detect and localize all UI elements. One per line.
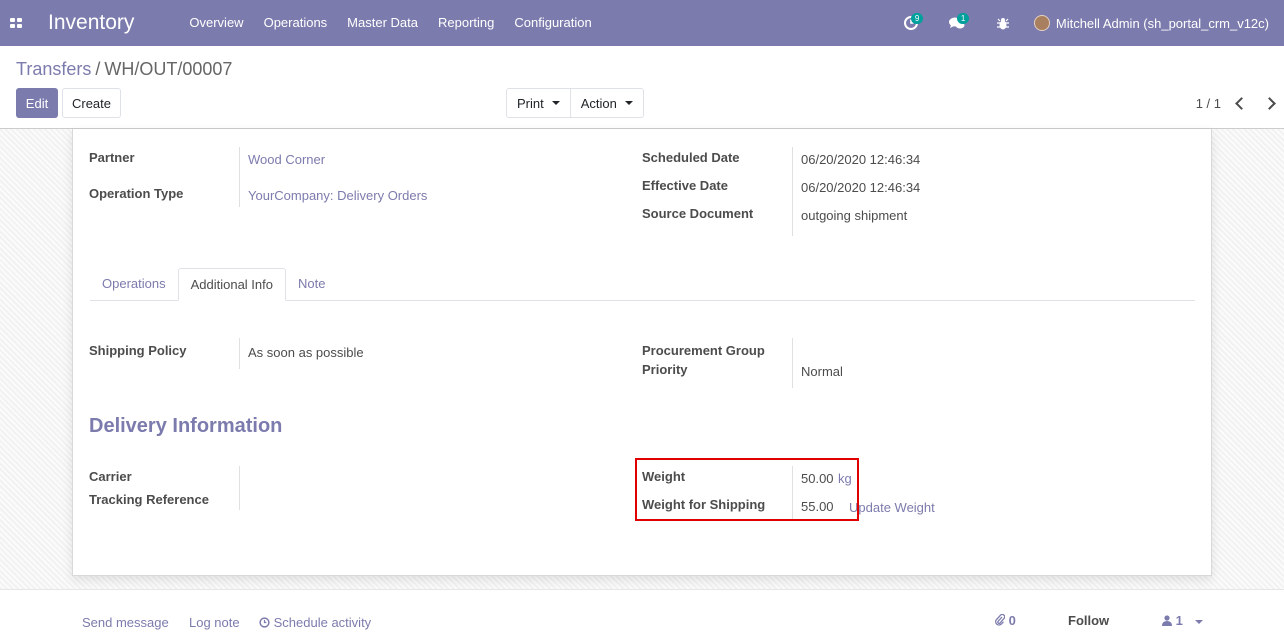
chevron-left-icon[interactable] [1235, 96, 1248, 110]
highlight-box [635, 458, 859, 521]
avatar [1033, 15, 1050, 31]
partner-field[interactable]: Wood Corner [248, 152, 325, 167]
schedule-activity-button[interactable]: Schedule activity [259, 615, 371, 630]
action-label: Action [580, 95, 617, 111]
effective-date-field: 06/20/2020 12:46:34 [801, 180, 921, 195]
user-name: Mitchell Admin (sh_portal_crm_v12c) [1055, 15, 1269, 31]
activity-count-badge: 9 [910, 13, 924, 24]
partner-label: Partner [89, 150, 135, 165]
message-count-badge: 1 [956, 13, 970, 24]
caret-down-icon [624, 101, 633, 105]
app-title[interactable]: Inventory [48, 11, 134, 35]
field-divider [239, 466, 240, 510]
breadcrumb-current: WH/OUT/00007 [104, 59, 233, 79]
action-dropdown[interactable]: Action [569, 89, 643, 117]
caret-down-icon [1194, 619, 1203, 624]
log-note-button[interactable]: Log note [189, 615, 240, 630]
field-divider [792, 338, 793, 388]
field-divider [239, 338, 240, 369]
form-view-background: Partner Wood Corner Operation Type YourC… [0, 129, 1284, 589]
operation-type-field[interactable]: YourCompany: Delivery Orders [248, 188, 427, 203]
user-icon [1162, 615, 1172, 626]
activity-button[interactable]: 9 [888, 0, 934, 46]
notebook-tabs: Operations Additional Info Note [90, 268, 1195, 301]
pager-value[interactable]: 1 / 1 [1196, 96, 1221, 111]
caret-down-icon [551, 101, 560, 105]
messaging-button[interactable]: 1 [934, 0, 980, 46]
tab-operations[interactable]: Operations [90, 268, 178, 301]
breadcrumb-transfers[interactable]: Transfers [16, 59, 91, 79]
attachments-count: 0 [1008, 613, 1016, 628]
source-document-label: Source Document [642, 206, 754, 221]
navbar-systray: 9 1 Mitchell Admin (sh_portal_crm_v12c) [888, 0, 1284, 46]
followers-button[interactable]: 1 [1162, 613, 1203, 628]
send-message-button[interactable]: Send message [82, 615, 169, 630]
top-navbar: Inventory Overview Operations Master Dat… [0, 0, 1284, 46]
operation-type-label: Operation Type [89, 186, 184, 201]
field-divider [239, 147, 240, 207]
chevron-right-icon[interactable] [1263, 96, 1276, 110]
procurement-group-label: Procurement Group [642, 343, 765, 358]
apps-menu-icon[interactable] [0, 0, 32, 46]
tab-note[interactable]: Note [286, 268, 337, 301]
update-weight-button[interactable]: Update Weight [849, 500, 935, 515]
priority-label: Priority [642, 362, 688, 377]
print-label: Print [517, 95, 544, 111]
main-menu: Overview Operations Master Data Reportin… [179, 0, 601, 46]
chatter: Send message Log note Schedule activity … [0, 589, 1284, 638]
menu-configuration[interactable]: Configuration [504, 0, 601, 46]
followers-count: 1 [1175, 613, 1183, 628]
sidebar-actions: Print Action [506, 88, 644, 118]
scheduled-date-field[interactable]: 06/20/2020 12:46:34 [801, 152, 920, 167]
menu-operations[interactable]: Operations [254, 0, 338, 46]
paperclip-icon [995, 613, 1006, 626]
shipping-policy-field[interactable]: As soon as possible [248, 345, 364, 360]
pager: 1 / 1 [1196, 88, 1276, 118]
menu-overview[interactable]: Overview [179, 0, 253, 46]
schedule-activity-label: Schedule activity [273, 615, 372, 630]
menu-reporting[interactable]: Reporting [428, 0, 504, 46]
tracking-reference-label: Tracking Reference [89, 492, 209, 507]
menu-master-data[interactable]: Master Data [337, 0, 428, 46]
user-menu[interactable]: Mitchell Admin (sh_portal_crm_v12c) [1026, 15, 1284, 31]
follow-button[interactable]: Follow [1068, 613, 1109, 628]
print-dropdown[interactable]: Print [507, 89, 570, 117]
debug-button[interactable] [980, 0, 1026, 46]
breadcrumb: Transfers / WH/OUT/00007 [16, 59, 232, 80]
control-panel: Transfers / WH/OUT/00007 Edit Create Print… [0, 46, 1284, 129]
field-divider [792, 147, 793, 236]
create-button[interactable]: Create [62, 88, 121, 118]
priority-field[interactable]: Normal [801, 364, 843, 379]
tab-additional-info[interactable]: Additional Info [177, 268, 286, 301]
source-document-field[interactable]: outgoing shipment [801, 208, 907, 223]
breadcrumb-separator: / [95, 59, 101, 79]
clock-icon [259, 617, 270, 628]
form-sheet: Partner Wood Corner Operation Type YourC… [72, 129, 1212, 576]
delivery-info-title: Delivery Information [89, 415, 283, 437]
bug-icon [996, 17, 1009, 29]
effective-date-label: Effective Date [642, 178, 728, 193]
scheduled-date-label: Scheduled Date [642, 150, 740, 165]
attachments-button[interactable]: 0 [995, 613, 1016, 628]
edit-button[interactable]: Edit [16, 88, 58, 118]
carrier-label: Carrier [89, 469, 132, 484]
shipping-policy-label: Shipping Policy [89, 343, 187, 358]
